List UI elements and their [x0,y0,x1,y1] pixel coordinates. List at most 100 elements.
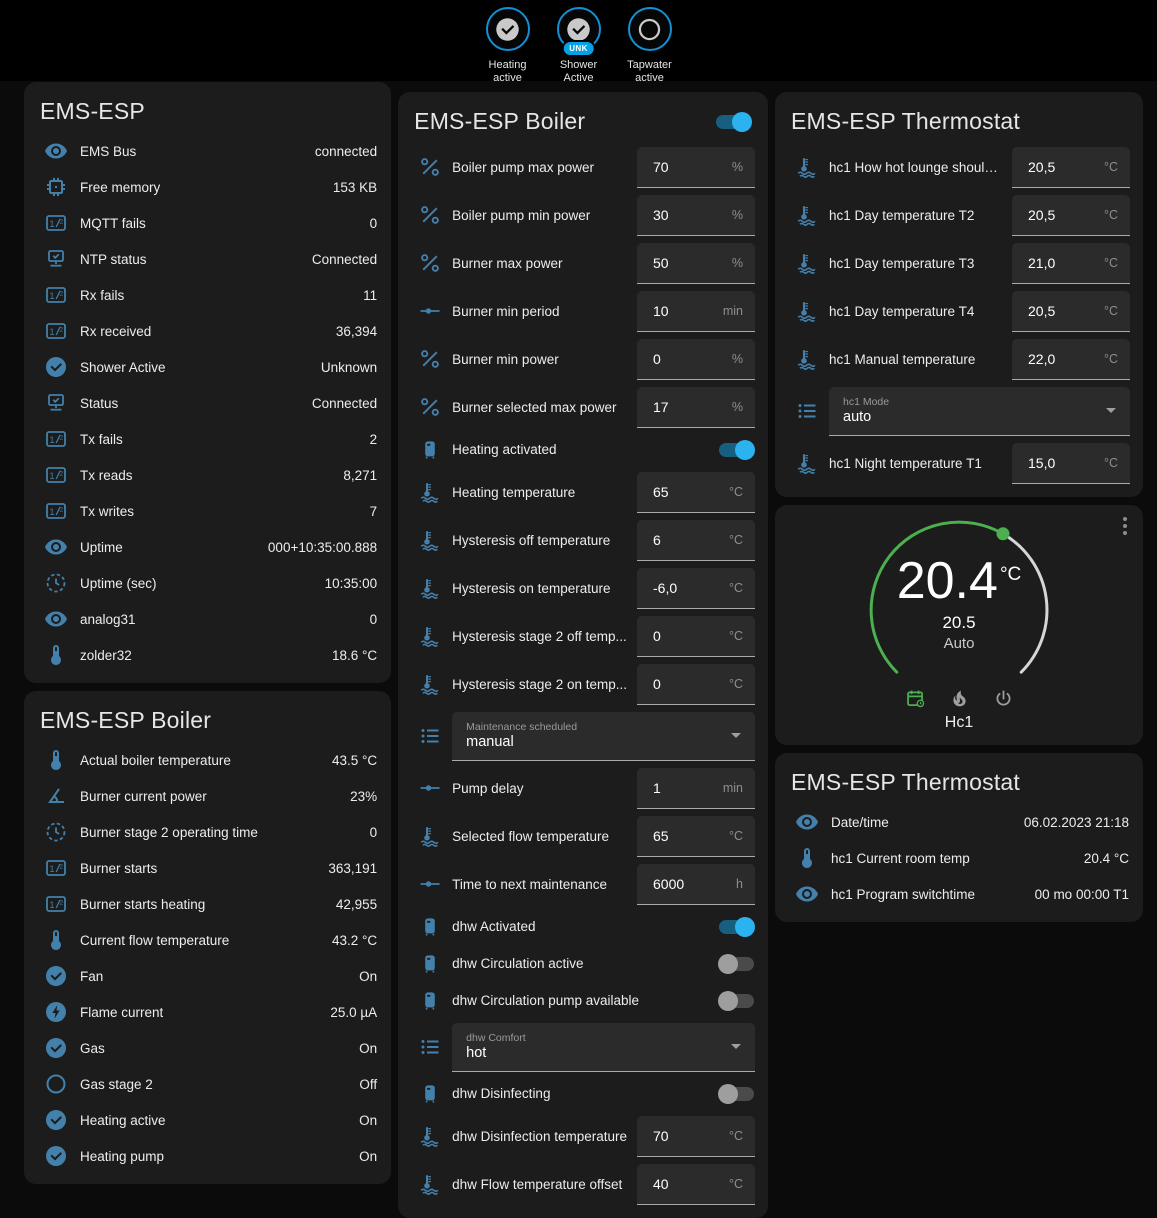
entity-row[interactable]: 12Rx fails11 [24,277,391,313]
control-row: hc1 Day temperature T420,5°C [775,287,1143,335]
number-input[interactable]: 0% [637,339,755,380]
number-input[interactable]: 65°C [637,472,755,513]
entity-row[interactable]: 12MQTT fails0 [24,205,391,241]
number-input[interactable]: 50% [637,243,755,284]
select-dropdown[interactable]: Maintenance scheduledmanual [452,712,755,761]
target-temperature: 20.5 [864,613,1054,633]
card-menu-button[interactable] [1121,515,1129,537]
entity-row[interactable]: 12Burner starts363,191 [24,850,391,886]
entity-row[interactable]: Current flow temperature43.2 °C [24,922,391,958]
number-input[interactable]: 0°C [637,616,755,657]
entity-label: hc1 Program switchtime [831,887,975,902]
badge-circle[interactable]: UNK [557,7,601,51]
control-row: dhw Circulation active [398,945,768,982]
entity-value: 10:35:00 [313,576,378,591]
number-input[interactable]: -6,0°C [637,568,755,609]
number-input[interactable]: 40°C [637,1164,755,1205]
badge-heating-active[interactable]: Heating active [479,7,537,85]
entity-row[interactable]: hc1 Current room temp20.4 °C [775,840,1143,876]
select-label: hc1 Mode [843,396,1106,408]
number-input[interactable]: 10min [637,291,755,332]
number-value: 6000 [653,876,684,892]
select-dropdown[interactable]: hc1 Modeauto [829,387,1130,436]
thermometer-icon [44,643,68,667]
number-input[interactable]: 30% [637,195,755,236]
number-input[interactable]: 70% [637,147,755,188]
toggle-switch[interactable] [718,917,755,937]
number-value: 20,5 [1028,303,1055,319]
entity-row[interactable]: 12Tx fails2 [24,421,391,457]
entity-row[interactable]: Actual boiler temperature43.5 °C [24,742,391,778]
entity-row[interactable]: Shower ActiveUnknown [24,349,391,385]
boiler-master-toggle[interactable] [715,112,752,132]
entity-row[interactable]: Free memory153 KB [24,169,391,205]
control-row: Hysteresis on temperature-6,0°C [398,564,768,612]
entity-row[interactable]: 12Rx received36,394 [24,313,391,349]
entity-value: 000+10:35:00.888 [256,540,377,555]
number-value: 15,0 [1028,455,1055,471]
entity-row[interactable]: Gas stage 2Off [24,1066,391,1102]
entity-row[interactable]: 12Tx writes7 [24,493,391,529]
entity-row[interactable]: Burner stage 2 operating time0 [24,814,391,850]
number-input[interactable]: 20,5°C [1012,291,1130,332]
control-row: dhw Flow temperature offset40°C [398,1160,768,1208]
entity-row[interactable]: Uptime000+10:35:00.888 [24,529,391,565]
entity-row[interactable]: Date/time06.02.2023 21:18 [775,804,1143,840]
entity-row[interactable]: hc1 Program switchtime00 mo 00:00 T1 [775,876,1143,912]
entity-row[interactable]: FanOn [24,958,391,994]
number-input[interactable]: 17% [637,387,755,428]
number-value: 20,5 [1028,207,1055,223]
number-unit: °C [713,533,743,547]
ray-icon [418,872,442,896]
badge-shower-active[interactable]: UNK Shower Active [550,7,608,85]
control-label: hc1 Day temperature T4 [829,304,1012,319]
toggle-switch[interactable] [718,440,755,460]
number-value: 40 [653,1176,669,1192]
number-input[interactable]: 0°C [637,664,755,705]
select-dropdown[interactable]: dhw Comforthot [452,1023,755,1072]
number-input[interactable]: 65°C [637,816,755,857]
number-input[interactable]: 70°C [637,1116,755,1157]
card-title: EMS-ESP Boiler [414,108,585,135]
entity-row[interactable]: NTP statusConnected [24,241,391,277]
entity-row[interactable]: Burner current power23% [24,778,391,814]
number-input[interactable]: 22,0°C [1012,339,1130,380]
number-input[interactable]: 15,0°C [1012,443,1130,484]
entity-row[interactable]: 12Burner starts heating42,955 [24,886,391,922]
entity-value: On [347,1113,377,1128]
entity-value: 8,271 [331,468,377,483]
entity-row[interactable]: Flame current25.0 µA [24,994,391,1030]
chip-icon [44,175,68,199]
entity-value: 0 [358,825,378,840]
number-input[interactable]: 1min [637,768,755,809]
entity-row[interactable]: Heating activeOn [24,1102,391,1138]
badge-tapwater-active[interactable]: Tapwater active [621,7,679,85]
thermostat-dial[interactable]: 20.4°C 20.5 Auto [864,515,1054,705]
badge-circle[interactable] [486,7,530,51]
control-label: hc1 Day temperature T2 [829,208,1012,223]
svg-text:1: 1 [49,435,54,445]
toggle-switch[interactable] [718,1084,755,1104]
control-label: Time to next maintenance [452,877,637,892]
svg-text:2: 2 [59,434,63,441]
entity-row[interactable]: analog310 [24,601,391,637]
entity-row[interactable]: GasOn [24,1030,391,1066]
badge-circle[interactable] [628,7,672,51]
number-input[interactable]: 6000h [637,864,755,905]
control-label: hc1 Night temperature T1 [829,456,1012,471]
dial-handle[interactable] [997,527,1010,540]
entity-row[interactable]: Uptime (sec)10:35:00 [24,565,391,601]
number-input[interactable]: 20,5°C [1012,147,1130,188]
number-input[interactable]: 6°C [637,520,755,561]
entity-row[interactable]: EMS Busconnected [24,133,391,169]
number-input[interactable]: 21,0°C [1012,243,1130,284]
entity-row[interactable]: 12Tx reads8,271 [24,457,391,493]
toggle-switch[interactable] [718,991,755,1011]
toggle-switch[interactable] [718,954,755,974]
svg-text:2: 2 [59,326,63,333]
svg-text:2: 2 [59,290,63,297]
entity-row[interactable]: StatusConnected [24,385,391,421]
number-input[interactable]: 20,5°C [1012,195,1130,236]
entity-row[interactable]: zolder3218.6 °C [24,637,391,673]
flash-circle-icon [44,1000,68,1024]
